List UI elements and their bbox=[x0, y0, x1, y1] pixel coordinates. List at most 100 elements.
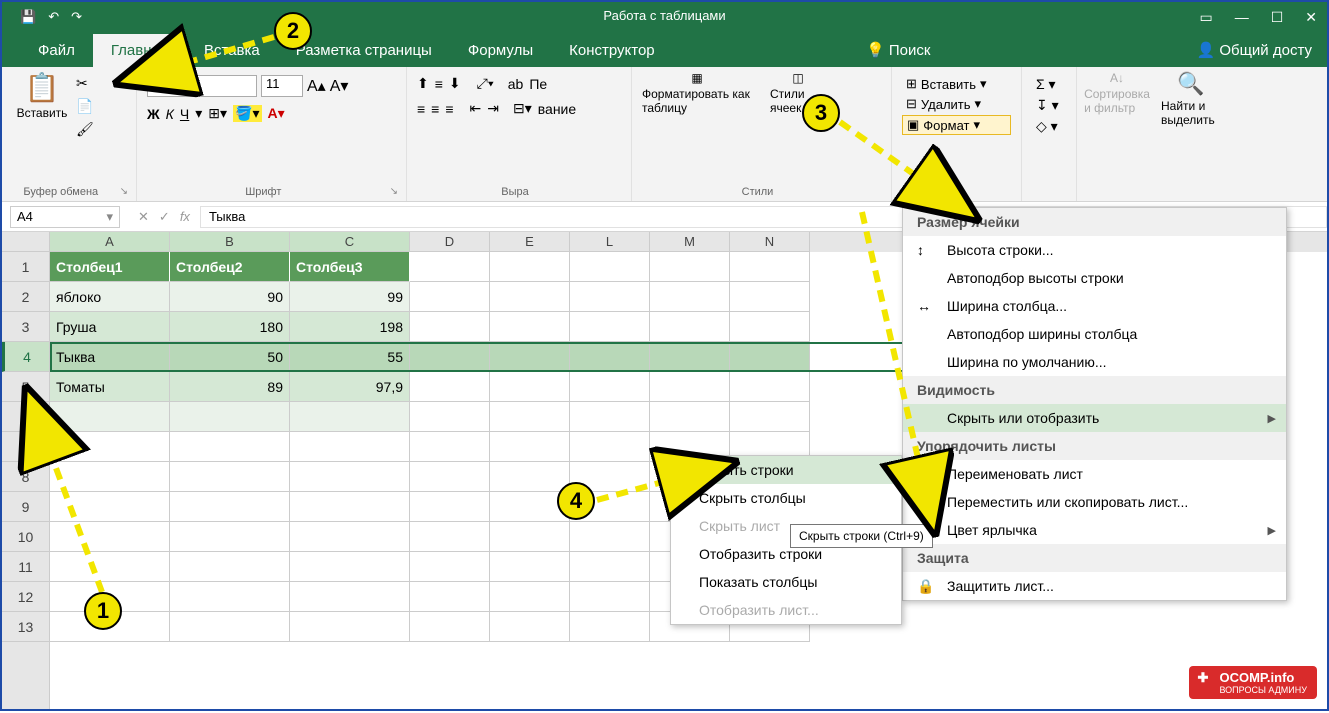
cell[interactable]: 198 bbox=[290, 312, 410, 342]
row-header[interactable]: 6 bbox=[2, 402, 49, 432]
col-header[interactable]: A bbox=[50, 232, 170, 252]
grow-font-icon[interactable]: A▴ bbox=[307, 76, 326, 96]
wrap-text-icon[interactable]: ab bbox=[508, 76, 524, 92]
format-painter-icon[interactable]: 🖌 bbox=[76, 121, 94, 138]
col-header[interactable]: B bbox=[170, 232, 290, 252]
borders-icon[interactable]: ⊞▾ bbox=[208, 105, 227, 122]
tab-file[interactable]: Файл bbox=[20, 34, 93, 67]
menu-show-cols[interactable]: Показать столбцы bbox=[671, 568, 901, 596]
row-header[interactable]: 3 bbox=[2, 312, 49, 342]
italic-button[interactable]: К bbox=[166, 106, 174, 122]
cell[interactable]: Томаты bbox=[50, 372, 170, 402]
underline-button[interactable]: Ч bbox=[180, 106, 189, 122]
table-header-cell[interactable]: Столбец2 bbox=[170, 252, 290, 282]
name-box[interactable]: A4▾ bbox=[10, 206, 120, 228]
maximize-icon[interactable]: ☐ bbox=[1271, 9, 1284, 26]
row-header[interactable]: 8 bbox=[2, 462, 49, 492]
fill-icon[interactable]: ↧ ▾ bbox=[1032, 96, 1066, 115]
select-all-corner[interactable] bbox=[2, 232, 49, 252]
col-header[interactable]: M bbox=[650, 232, 730, 252]
table-header-cell[interactable]: Столбец3 bbox=[290, 252, 410, 282]
menu-autofit-row[interactable]: Автоподбор высоты строки bbox=[903, 264, 1286, 292]
format-cells-button[interactable]: ▣Формат ▾ bbox=[902, 115, 1011, 135]
row-header[interactable]: 4 bbox=[2, 342, 49, 372]
cell[interactable]: Груша bbox=[50, 312, 170, 342]
col-header[interactable]: C bbox=[290, 232, 410, 252]
minimize-icon[interactable]: — bbox=[1235, 9, 1249, 26]
fx-icon[interactable]: fx bbox=[180, 209, 190, 225]
sort-filter-button[interactable]: A↓ Сортировка и фильтр bbox=[1087, 71, 1147, 115]
align-left-icon[interactable]: ≡ bbox=[417, 101, 425, 117]
merge-icon[interactable]: ⊟▾ bbox=[513, 100, 532, 117]
cancel-icon[interactable]: ✕ bbox=[138, 209, 149, 225]
orientation-icon[interactable]: ⤢▾ bbox=[477, 75, 494, 92]
shrink-font-icon[interactable]: A▾ bbox=[330, 76, 349, 96]
redo-icon[interactable]: ↷ bbox=[71, 9, 82, 25]
cell[interactable]: 50 bbox=[170, 342, 290, 372]
menu-autofit-col[interactable]: Автоподбор ширины столбца bbox=[903, 320, 1286, 348]
col-header[interactable]: N bbox=[730, 232, 810, 252]
clear-icon[interactable]: ◇ ▾ bbox=[1032, 117, 1066, 136]
col-header[interactable]: E bbox=[490, 232, 570, 252]
row-header[interactable]: 9 bbox=[2, 492, 49, 522]
cell[interactable]: 97,9 bbox=[290, 372, 410, 402]
menu-hide-unhide[interactable]: Скрыть или отобразить▶ bbox=[903, 404, 1286, 432]
font-size-combo[interactable]: 11 bbox=[261, 75, 303, 97]
menu-protect-sheet[interactable]: 🔒Защитить лист... bbox=[903, 572, 1286, 600]
autosum-icon[interactable]: Σ ▾ bbox=[1032, 75, 1066, 94]
cell[interactable]: Тыква bbox=[50, 342, 170, 372]
cell[interactable]: 99 bbox=[290, 282, 410, 312]
enter-icon[interactable]: ✓ bbox=[159, 209, 170, 225]
menu-move-sheet[interactable]: Переместить или скопировать лист... bbox=[903, 488, 1286, 516]
font-name-combo[interactable]: Calibri bbox=[147, 75, 257, 97]
row-header[interactable]: 11 bbox=[2, 552, 49, 582]
tab-formulas[interactable]: Формулы bbox=[450, 34, 551, 67]
tell-me-search[interactable]: 💡 Поиск bbox=[866, 41, 930, 59]
table-header-cell[interactable]: Столбец1 bbox=[50, 252, 170, 282]
close-icon[interactable]: ✕ bbox=[1305, 9, 1317, 26]
cell[interactable]: 89 bbox=[170, 372, 290, 402]
menu-tab-color[interactable]: Цвет ярлычка▶ bbox=[903, 516, 1286, 544]
tab-insert[interactable]: Вставка bbox=[186, 34, 278, 67]
indent-inc-icon[interactable]: ⇥ bbox=[487, 100, 499, 117]
align-right-icon[interactable]: ≡ bbox=[445, 101, 453, 117]
row-header[interactable]: 12 bbox=[2, 582, 49, 612]
dialog-launcher-icon[interactable]: ↘ bbox=[120, 186, 128, 197]
find-select-button[interactable]: 🔍 Найти и выделить bbox=[1161, 71, 1221, 127]
format-as-table-button[interactable]: ▦ Форматировать как таблицу bbox=[642, 71, 752, 115]
align-center-icon[interactable]: ≡ bbox=[431, 101, 439, 117]
indent-dec-icon[interactable]: ⇤ bbox=[470, 100, 482, 117]
paste-button[interactable]: 📋 Вставить bbox=[12, 71, 72, 120]
bold-button[interactable]: Ж bbox=[147, 106, 160, 122]
tab-home[interactable]: Главная bbox=[93, 34, 186, 67]
row-header[interactable]: 1 bbox=[2, 252, 49, 282]
col-header[interactable]: L bbox=[570, 232, 650, 252]
insert-cells-button[interactable]: ⊞Вставить ▾ bbox=[902, 75, 1011, 93]
menu-hide-cols[interactable]: Скрыть столбцы bbox=[671, 484, 901, 512]
menu-col-width[interactable]: ↔Ширина столбца... bbox=[903, 292, 1286, 320]
align-top-icon[interactable]: ⬆ bbox=[417, 75, 429, 92]
col-header[interactable]: D bbox=[410, 232, 490, 252]
align-bottom-icon[interactable]: ⬇ bbox=[449, 75, 461, 92]
undo-icon[interactable]: ↶ bbox=[48, 9, 59, 25]
menu-row-height[interactable]: ↕Высота строки... bbox=[903, 236, 1286, 264]
font-color-icon[interactable]: A▾ bbox=[268, 105, 285, 122]
row-header[interactable]: 13 bbox=[2, 612, 49, 642]
cell[interactable]: 90 bbox=[170, 282, 290, 312]
copy-icon[interactable]: 📄 bbox=[76, 98, 94, 115]
delete-cells-button[interactable]: ⊟Удалить ▾ bbox=[902, 95, 1011, 113]
cell[interactable]: 55 bbox=[290, 342, 410, 372]
cell[interactable]: яблоко bbox=[50, 282, 170, 312]
ribbon-options-icon[interactable]: ▭ bbox=[1199, 9, 1212, 26]
align-middle-icon[interactable]: ≡ bbox=[435, 76, 443, 92]
row-header[interactable]: 5 bbox=[2, 372, 49, 402]
row-header[interactable]: 10 bbox=[2, 522, 49, 552]
share-button[interactable]: Общий досту bbox=[1219, 42, 1312, 59]
menu-default-width[interactable]: Ширина по умолчанию... bbox=[903, 348, 1286, 376]
tab-design[interactable]: Конструктор bbox=[551, 34, 673, 67]
menu-hide-rows[interactable]: Скрыть строки bbox=[671, 456, 901, 484]
menu-rename-sheet[interactable]: Переименовать лист bbox=[903, 460, 1286, 488]
cell[interactable]: 180 bbox=[170, 312, 290, 342]
row-header[interactable]: 7 bbox=[2, 432, 49, 462]
fill-color-icon[interactable]: 🪣▾ bbox=[233, 105, 261, 122]
